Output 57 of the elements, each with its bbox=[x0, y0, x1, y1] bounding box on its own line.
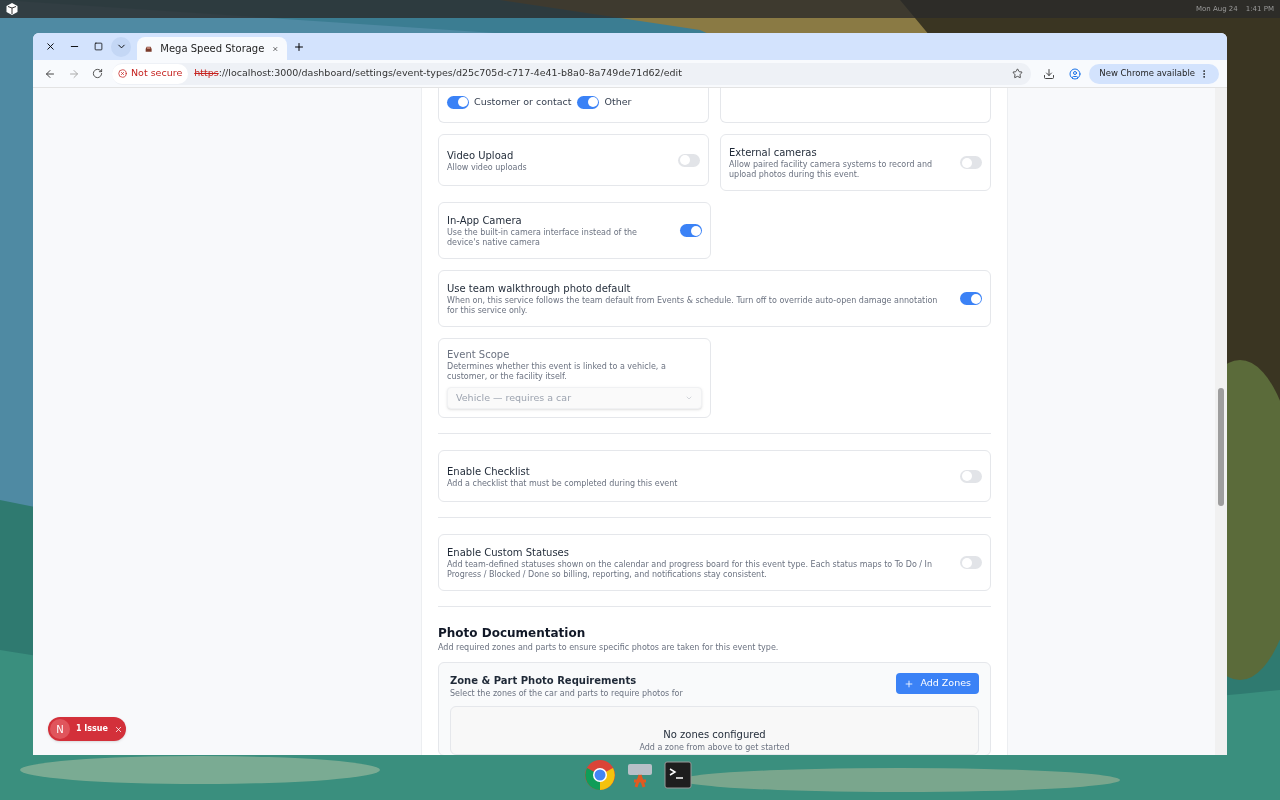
toggle-switch[interactable] bbox=[960, 156, 982, 169]
setting-title: Enable Checklist bbox=[447, 464, 531, 479]
card-title: Zone & Part Photo Requirements bbox=[450, 674, 638, 688]
toggle-switch[interactable] bbox=[680, 224, 702, 237]
setting-description: When on, this service follows the team default from Events & schedule. Turn off to override auto-open damage annotation for this service only. bbox=[447, 296, 939, 316]
terminal-icon[interactable] bbox=[664, 761, 692, 789]
setting-description: Use the built-in camera interface instead of the device's native camera bbox=[447, 228, 638, 248]
browser-tab[interactable]: Mega Speed Storage bbox=[137, 37, 287, 60]
maximize-icon bbox=[93, 42, 103, 51]
browser-app-icon[interactable] bbox=[584, 759, 616, 791]
setting-title: Video Upload bbox=[447, 148, 515, 163]
close-icon bbox=[44, 41, 56, 52]
add-zones-button[interactable]: Add Zones bbox=[896, 673, 979, 694]
issue-badge[interactable]: N 1 Issue bbox=[48, 717, 126, 741]
download-icon[interactable] bbox=[1043, 67, 1056, 80]
toggle-switch[interactable] bbox=[960, 556, 982, 569]
update-button[interactable]: New Chrome available bbox=[1089, 63, 1219, 84]
plus-icon bbox=[904, 678, 915, 689]
setting-title: In-App Camera bbox=[447, 214, 523, 228]
toggle-switch[interactable] bbox=[960, 469, 982, 483]
logo-icon bbox=[6, 3, 18, 15]
app-icon[interactable] bbox=[626, 761, 654, 789]
toggle-switch[interactable] bbox=[960, 292, 982, 305]
setting-title: Event Scope bbox=[447, 348, 511, 362]
chevron-down-icon bbox=[685, 394, 693, 402]
url-text: https://localhost:3000/dashboard/settings/event-types/d25c705d-c717-4e41-b8a0-8a749de71d62/edit bbox=[194, 66, 682, 81]
toggle-switch[interactable] bbox=[447, 95, 469, 109]
reload-icon[interactable] bbox=[92, 68, 103, 79]
section-heading: Photo Documentation bbox=[438, 625, 587, 642]
toggle-switch[interactable] bbox=[577, 95, 600, 109]
toggle-label: Other bbox=[604, 95, 632, 109]
setting-description: Add team-defined statuses shown on the calendar and progress board for this event type. Each status maps to To Do / In Progress / Blocked / Done so billing, reporting, and notifications stay consistent. bbox=[447, 560, 933, 580]
warning-icon bbox=[118, 69, 127, 78]
setting-title: Use team walkthrough photo default bbox=[447, 282, 632, 296]
setting-title: Enable Custom Statuses bbox=[447, 546, 570, 560]
security-chip[interactable]: Not secure bbox=[112, 63, 189, 84]
plus-icon bbox=[293, 40, 305, 53]
close-icon[interactable] bbox=[114, 724, 123, 734]
back-icon[interactable] bbox=[44, 67, 56, 80]
toggle-label: Customer or contact bbox=[474, 95, 572, 109]
empty-hint: Add a zone from above to get started bbox=[639, 742, 790, 754]
setting-description: Add a checklist that must be completed during this event bbox=[447, 478, 679, 489]
tab-list-button[interactable] bbox=[111, 36, 131, 57]
setting-description: Allow video uploads bbox=[447, 162, 528, 173]
card-description: Select the zones of the car and parts to require photos for bbox=[450, 688, 684, 700]
empty-title: No zones configured bbox=[663, 728, 766, 742]
profile-icon[interactable] bbox=[1069, 67, 1082, 80]
bookmark-icon[interactable] bbox=[1012, 68, 1024, 79]
setting-description: Allow paired facility camera systems to record and upload photos during this event. bbox=[729, 160, 934, 180]
issue-count: 1 Issue bbox=[76, 723, 108, 735]
tab-title: Mega Speed Storage bbox=[160, 42, 265, 56]
section-description: Add required zones and parts to ensure specific photos are taken for this event type. bbox=[438, 642, 780, 654]
setting-description: Determines whether this event is linked to a vehicle, a customer, or the facility itself. bbox=[447, 362, 667, 382]
address-bar[interactable]: Not secure https://localhost:3000/dashboard/settings/event-types/d25c705d-c717-4e41-b8a0-8a749de71d62/edit bbox=[112, 62, 1032, 85]
toggle-switch[interactable] bbox=[678, 153, 700, 167]
badge-letter: N bbox=[50, 719, 70, 739]
setting-title: External cameras bbox=[729, 146, 818, 160]
